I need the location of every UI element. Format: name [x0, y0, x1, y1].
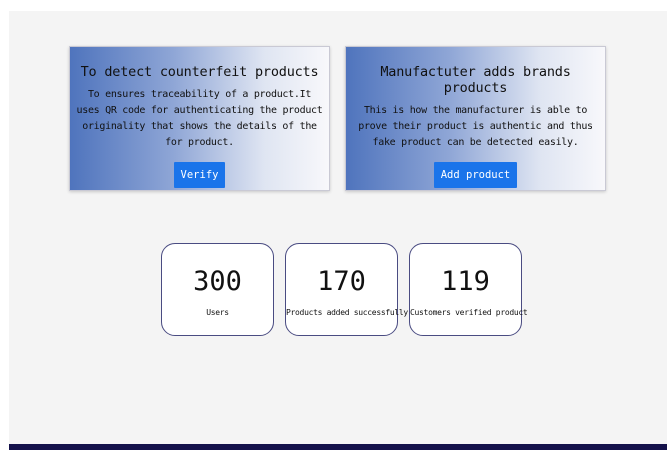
customers-verified-stat-card: 119 Customers verified product: [409, 243, 528, 336]
stat-value: 170: [317, 266, 366, 297]
stat-value: 300: [193, 266, 242, 297]
card-title: Manufactuter adds brands products: [380, 64, 571, 96]
card-description: This is how the manufacturer is able to …: [358, 105, 593, 148]
card-description: To ensures traceability of a product.It …: [76, 89, 323, 148]
stat-label: Products added successfully: [286, 308, 408, 317]
products-added-stat-card: 170 Products added successfully: [285, 243, 408, 336]
card-title: To detect counterfeit products: [80, 64, 319, 80]
users-stat-card: 300 Users: [161, 243, 274, 336]
stat-label: Users: [206, 308, 229, 317]
stat-label: Customers verified product: [410, 308, 528, 317]
detect-counterfeit-card: To detect counterfeit products To ensure…: [69, 46, 330, 191]
page-content: To detect counterfeit products To ensure…: [9, 11, 667, 450]
stat-value: 119: [441, 266, 490, 297]
add-product-button[interactable]: Add product: [433, 162, 518, 188]
footer-bar: [9, 444, 667, 450]
manufacturer-card: Manufactuter adds brands products This i…: [345, 46, 606, 191]
verify-button[interactable]: Verify: [173, 162, 226, 188]
